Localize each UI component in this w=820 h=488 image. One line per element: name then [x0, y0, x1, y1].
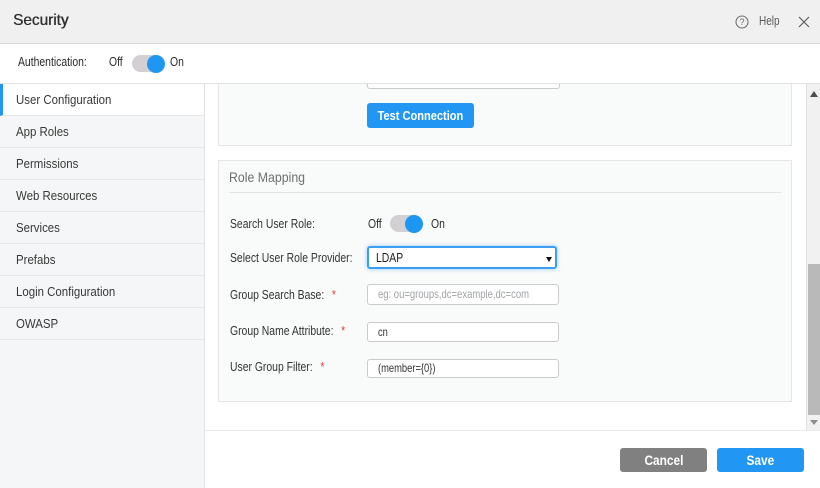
svg-text:?: ? — [739, 17, 744, 27]
